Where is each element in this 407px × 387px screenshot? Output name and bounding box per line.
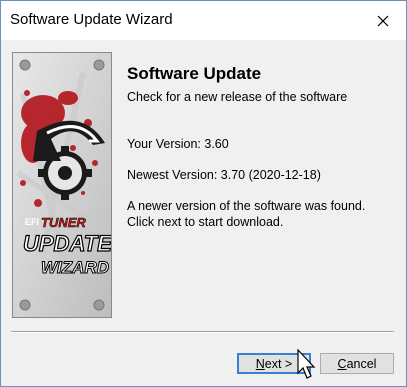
window-title: Software Update Wizard xyxy=(10,11,173,28)
mouse-cursor-icon xyxy=(297,349,316,379)
page-title: Software Update xyxy=(127,64,262,83)
next-label: ext > xyxy=(264,356,293,371)
wizard-side-image: EFI TUNER UPDATE WIZARD xyxy=(12,52,112,318)
svg-text:EFI: EFI xyxy=(25,217,39,227)
wizard-content: EFI TUNER UPDATE WIZARD Software Update … xyxy=(1,40,406,386)
cancel-label: ancel xyxy=(346,356,377,371)
close-button[interactable] xyxy=(360,1,406,40)
close-icon xyxy=(377,15,389,26)
divider xyxy=(11,331,394,333)
wizard-window: Software Update Wizard EFI TUNER UPDATE … xyxy=(0,0,407,387)
update-wizard-logo: EFI TUNER UPDATE WIZARD xyxy=(13,53,111,317)
svg-text:TUNER: TUNER xyxy=(41,215,86,230)
message-line-1: A newer version of the software was foun… xyxy=(127,199,366,213)
svg-text:WIZARD: WIZARD xyxy=(41,258,109,277)
next-mnemonic: N xyxy=(255,356,265,371)
cancel-mnemonic: C xyxy=(337,356,347,371)
your-version-text: Your Version: 3.60 xyxy=(127,137,229,151)
title-bar[interactable]: Software Update Wizard xyxy=(1,1,406,40)
page-subtitle: Check for a new release of the software xyxy=(127,90,348,104)
svg-text:UPDATE: UPDATE xyxy=(23,231,111,256)
message-line-2: Click next to start download. xyxy=(127,215,284,229)
cancel-button[interactable]: Cancel xyxy=(320,353,394,374)
newest-version-text: Newest Version: 3.70 (2020-12-18) xyxy=(127,168,321,182)
